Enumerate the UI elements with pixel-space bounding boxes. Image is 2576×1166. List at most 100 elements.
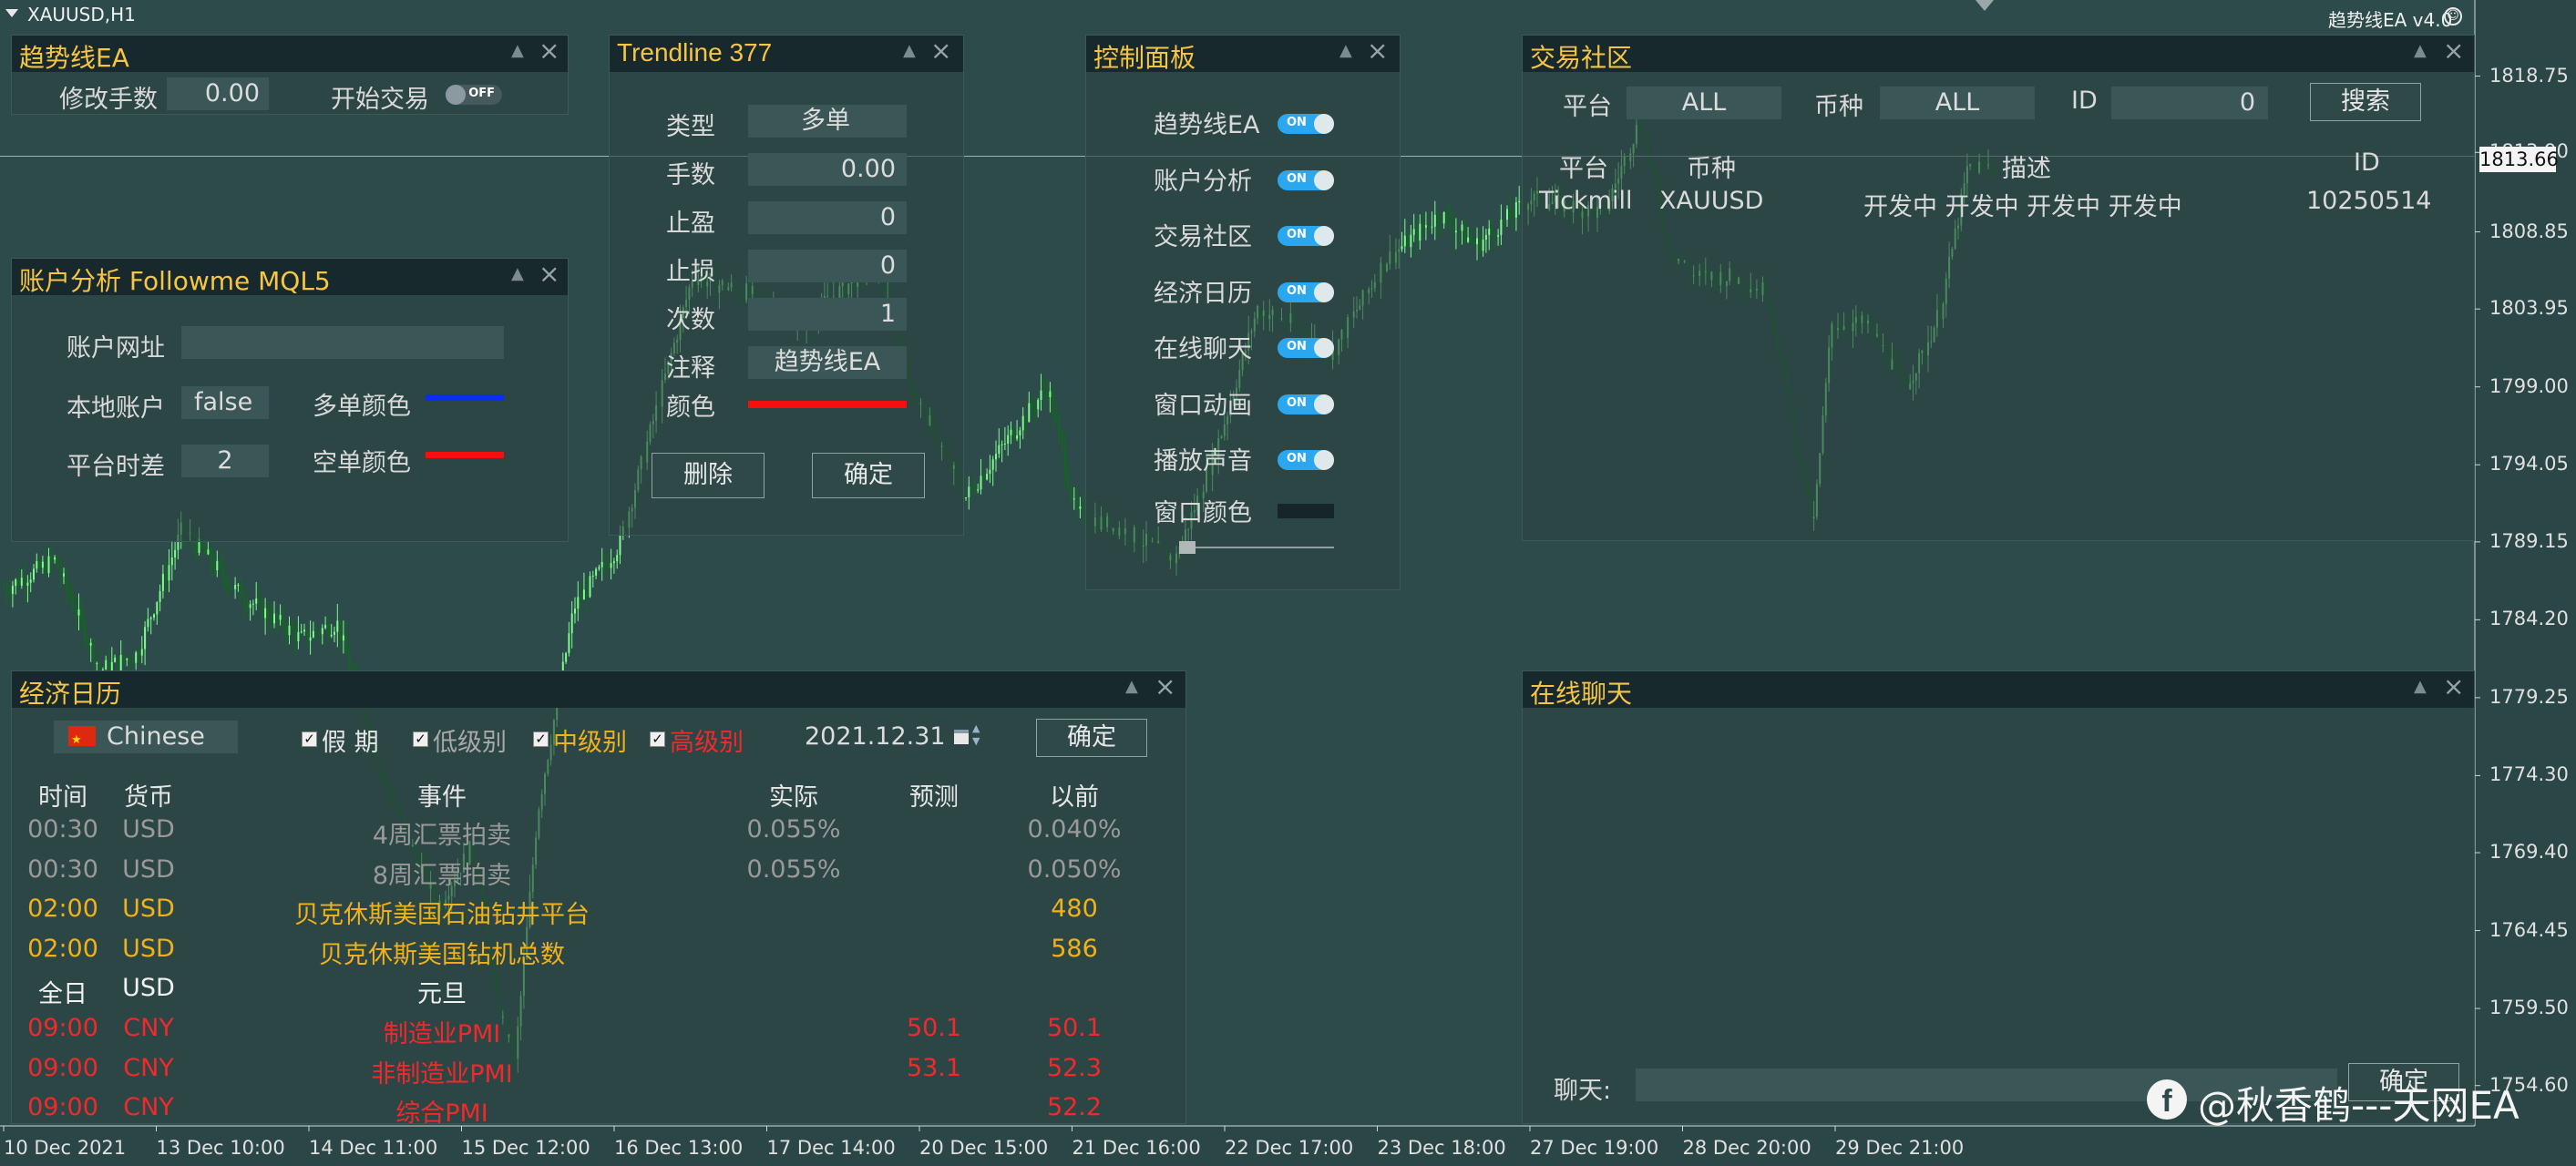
shift-marker-icon[interactable] [1976,0,1994,11]
sell-color-swatch[interactable] [426,452,504,458]
modify-lots-input[interactable]: 0.00 [167,77,269,110]
ea-panel-header[interactable]: 趋势线EA ▲ × [12,36,568,73]
calendar-row[interactable]: 全日 USD 元旦 [12,974,1187,1010]
control-feature-toggle[interactable]: ON [1278,169,1334,190]
candle-body [1010,429,1012,435]
minimize-icon[interactable]: ▲ [903,41,916,60]
candle-body [1407,235,1410,248]
calendar-column-header: 以前 [1050,783,1099,812]
control-feature-toggle[interactable]: ON [1278,226,1334,246]
timezone-offset-input[interactable]: 2 [181,445,269,477]
trendline-field-input[interactable]: 0.00 [748,153,907,186]
search-button[interactable]: 搜索 [2310,83,2421,121]
account-panel-header[interactable]: 账户分析 Followme MQL5 ▲ × [12,259,568,296]
date-picker[interactable]: 2021.12.31 ▲ ▼ [783,721,989,753]
calendar-row[interactable]: 02:00 USD 贝克休斯美国石油钻井平台 480 [12,895,1187,931]
control-feature-toggle[interactable]: ON [1278,394,1334,414]
trendline-panel-header[interactable]: Trendline 377 ▲ × [610,36,963,72]
filter-checkbox[interactable]: ✓ [302,731,317,747]
trendline-field-input[interactable]: 0 [748,250,907,282]
local-account-input[interactable]: false [181,386,269,419]
calendar-row[interactable]: 00:30 USD 4周汇票拍卖 0.055% 0.040% [12,815,1187,852]
calendar-cell-time: 02:00 [27,934,98,963]
slider-track[interactable] [1179,547,1334,548]
filter-label[interactable]: 高级别 [670,722,744,758]
close-icon[interactable]: × [2443,36,2464,66]
slider-thumb[interactable] [1179,541,1196,554]
close-icon[interactable]: × [539,36,559,66]
delete-trendline-button[interactable]: 删除 [652,453,765,498]
account-url-input[interactable] [181,326,504,359]
country-select[interactable]: ★ Chinese [54,721,238,753]
start-trading-toggle[interactable]: OFF [446,85,502,105]
control-panel-header[interactable]: 控制面板 ▲ × [1086,36,1400,73]
control-feature-label: 播放声音 [1154,447,1252,476]
candle-body [50,556,53,560]
control-feature-toggle[interactable]: ON [1278,450,1334,470]
minimize-icon[interactable]: ▲ [2414,677,2427,696]
window-color-swatch[interactable] [1278,504,1334,518]
candle-body [33,568,35,580]
symbol-filter-input[interactable]: ALL [1880,87,2035,119]
filter-label[interactable]: 假 期 [322,722,379,758]
candle-body [312,630,314,638]
calendar-row[interactable]: 09:00 CNY 非制造业PMI 53.1 52.3 [12,1054,1187,1090]
filter-checkbox[interactable]: ✓ [533,731,549,747]
close-icon[interactable]: × [539,259,559,289]
toggle-state-text: ON [1287,171,1307,186]
candle-body [294,630,297,642]
buy-color-swatch[interactable] [426,394,504,401]
col-symbol: 币种 [1687,155,1736,183]
minimize-icon[interactable]: ▲ [511,41,524,60]
filter-label[interactable]: 低级别 [433,722,507,758]
minimize-icon[interactable]: ▲ [511,264,524,283]
filter-checkbox[interactable]: ✓ [650,731,665,747]
control-feature-toggle[interactable]: ON [1278,338,1334,358]
community-row-symbol[interactable]: XAUUSD [1659,187,1763,215]
close-icon[interactable]: × [930,36,951,66]
id-filter-input[interactable]: 0 [2111,87,2268,119]
calendar-row[interactable]: 09:00 CNY 综合PMI 52.2 [12,1093,1187,1130]
calendar-row[interactable]: 09:00 CNY 制造业PMI 50.1 50.1 [12,1014,1187,1050]
confirm-trendline-button[interactable]: 确定 [812,453,925,498]
close-icon[interactable]: × [1155,671,1175,701]
calendar-panel-header[interactable]: 经济日历 ▲ × [12,671,1185,709]
close-icon[interactable]: × [2443,671,2464,701]
candle-body [246,603,249,609]
trendline-field-input[interactable]: 1 [748,298,907,331]
calendar-cell-previous: 0.040% [1027,815,1122,844]
chart-menu-arrow-icon[interactable] [5,9,18,17]
trendline-field-input[interactable]: 多单 [748,105,907,138]
community-panel-header[interactable]: 交易社区 ▲ × [1523,36,2474,73]
calendar-row[interactable]: 00:30 USD 8周汇票拍卖 0.055% 0.050% [12,855,1187,892]
candle-body [270,619,272,624]
toggle-knob [1314,281,1334,302]
time-tick-label: 27 Dec 19:00 [1530,1137,1659,1159]
candle-body [168,565,170,581]
calendar-confirm-button[interactable]: 确定 [1036,719,1147,757]
minimize-icon[interactable]: ▲ [2414,41,2427,60]
calendar-row[interactable]: 02:00 USD 贝克休斯美国钻机总数 586 [12,935,1187,971]
community-row-platform[interactable]: Tickmill [1539,187,1632,215]
calendar-icon[interactable] [954,730,969,744]
minimize-icon[interactable]: ▲ [1339,41,1352,60]
candle-body [604,561,606,566]
trendline-field-input[interactable]: 0 [748,201,907,234]
calendar-column-header: 货币 [124,783,173,812]
trendline-color-swatch[interactable] [748,401,907,408]
community-row-id[interactable]: 10250514 [2306,187,2431,215]
candle-body [1410,234,1412,248]
filter-label[interactable]: 中级别 [553,722,627,758]
platform-filter-input[interactable]: ALL [1627,87,1781,119]
control-feature-toggle[interactable]: ON [1278,114,1334,134]
control-feature-label: 账户分析 [1154,167,1252,196]
candle-body [273,613,275,624]
trendline-field-input[interactable]: 趋势线EA [748,346,907,379]
minimize-icon[interactable]: ▲ [1125,677,1138,696]
chat-panel-header[interactable]: 在线聊天 ▲ × [1523,671,2474,709]
close-icon[interactable]: × [1367,36,1388,66]
spin-arrows-icon[interactable]: ▲ ▼ [972,722,980,748]
community-row-description[interactable]: 开发中 开发中 开发中 开发中 [1863,187,2182,222]
control-feature-toggle[interactable]: ON [1278,281,1334,302]
filter-checkbox[interactable]: ✓ [413,731,428,747]
